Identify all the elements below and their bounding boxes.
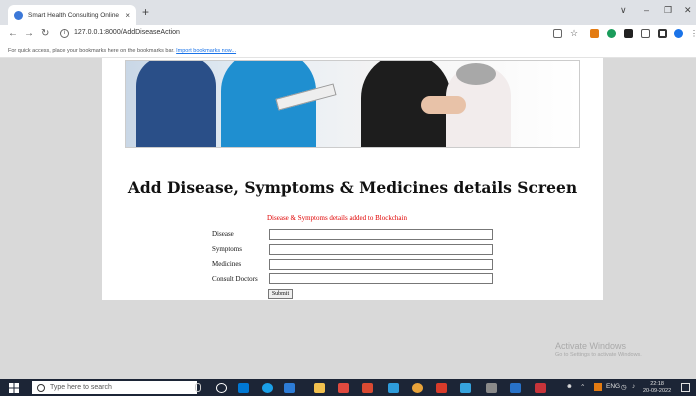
app-icon-5[interactable] [436,383,447,393]
forward-arrow-icon[interactable]: → [24,28,34,40]
extension-icon-2[interactable] [607,29,616,38]
page-title: Add Disease, Symptoms & Medicines detail… [127,178,578,197]
import-bookmarks-link[interactable]: Import bookmarks now... [176,48,236,54]
extensions-puzzle-icon[interactable] [624,29,633,38]
edge-icon[interactable] [262,383,273,393]
watermark-title: Activate Windows [555,341,627,351]
cortana-icon[interactable] [216,383,227,393]
symptoms-input[interactable] [269,244,493,255]
app-icon-9[interactable] [535,383,546,393]
favicon-icon [14,10,23,20]
menu-icon[interactable]: ⋮ [690,28,696,40]
symptoms-label: Symptoms [212,245,242,253]
url-bar[interactable]: 127.0.0.1:8000/AddDiseaseAction [74,29,180,36]
reload-icon[interactable]: ↻ [41,28,49,40]
banner-image [125,60,580,148]
share-icon[interactable] [553,29,562,38]
browser-toolbar: ← → ↻ i 127.0.0.1:8000/AddDiseaseAction … [0,25,696,44]
app-icon-8[interactable] [510,383,521,393]
extension-icon-1[interactable] [590,29,599,38]
site-info-icon[interactable]: i [60,29,69,38]
reading-list-icon[interactable] [641,29,650,38]
taskbar-search-box[interactable]: Type here to search [32,381,197,394]
profile-icon[interactable] [674,29,683,38]
task-view-icon[interactable] [238,383,249,393]
maximize-button[interactable]: ❐ [664,5,672,16]
disease-input[interactable] [269,229,493,240]
bookmark-star-icon[interactable]: ☆ [570,29,579,38]
app-icon-6[interactable] [460,383,471,393]
back-arrow-icon[interactable]: ← [8,28,18,40]
app-icon-4[interactable] [388,383,399,393]
consult-doctors-label: Consult Doctors [212,275,258,283]
search-placeholder: Type here to search [50,384,112,391]
close-window-button[interactable]: ✕ [684,5,692,16]
page-viewport: Add Disease, Symptoms & Medicines detail… [0,58,696,379]
notification-icon[interactable] [681,383,690,392]
app-icon-7[interactable] [486,383,497,393]
browser-tab[interactable]: Smart Health Consulting Online × [8,5,136,25]
windows-start-icon[interactable] [9,383,19,393]
tray-language-text[interactable]: ENG [606,383,620,390]
people-icon[interactable]: ☻ [566,383,573,390]
clock-date: 20-09-2022 [643,388,672,394]
windows-taskbar: Type here to search ☻ ⌃ ENG ◷ ♪ 22:18 20… [0,379,696,396]
page-content: Add Disease, Symptoms & Medicines detail… [102,58,603,300]
app-icon-3[interactable] [362,383,373,393]
medicines-input[interactable] [269,259,493,270]
search-icon [37,383,45,392]
patient-hair [456,63,496,85]
close-tab-icon[interactable]: × [125,11,130,20]
tab-title: Smart Health Consulting Online [28,11,120,19]
disease-label: Disease [212,230,234,238]
new-tab-button[interactable]: + [142,6,149,18]
hand-figure [421,96,466,114]
tab-search-icon[interactable]: ∨ [620,5,627,16]
bookmarks-hint: For quick access, place your bookmarks h… [8,48,175,54]
status-message: Disease & Symptoms details added to Bloc… [267,214,407,222]
side-panel-icon[interactable] [658,29,667,38]
volume-icon[interactable]: ♪ [632,383,635,390]
app-icon-1[interactable] [284,383,295,393]
minimize-button[interactable]: – [644,5,649,15]
bookmarks-bar: For quick access, place your bookmarks h… [0,44,696,58]
activate-windows-watermark: Activate Windows Go to Settings to activ… [555,341,642,358]
consult-doctors-input[interactable] [269,273,493,284]
tray-app-icon[interactable] [594,383,602,391]
chrome-icon[interactable] [412,383,423,393]
browser-tab-bar: Smart Health Consulting Online × + ∨ – ❐… [0,0,696,25]
network-icon[interactable]: ◷ [621,383,627,391]
clock-time: 22:18 [650,381,664,387]
watermark-subtitle: Go to Settings to activate Windows. [555,352,642,358]
submit-button[interactable]: Submit [268,289,293,299]
microphone-icon[interactable] [195,383,201,392]
app-icon-2[interactable] [338,383,349,393]
taskbar-clock[interactable]: 22:18 20-09-2022 [643,381,671,395]
doctor-figure [136,61,216,147]
file-explorer-icon[interactable] [314,383,325,393]
tray-chevron-icon[interactable]: ⌃ [580,383,585,391]
medicines-label: Medicines [212,260,242,268]
